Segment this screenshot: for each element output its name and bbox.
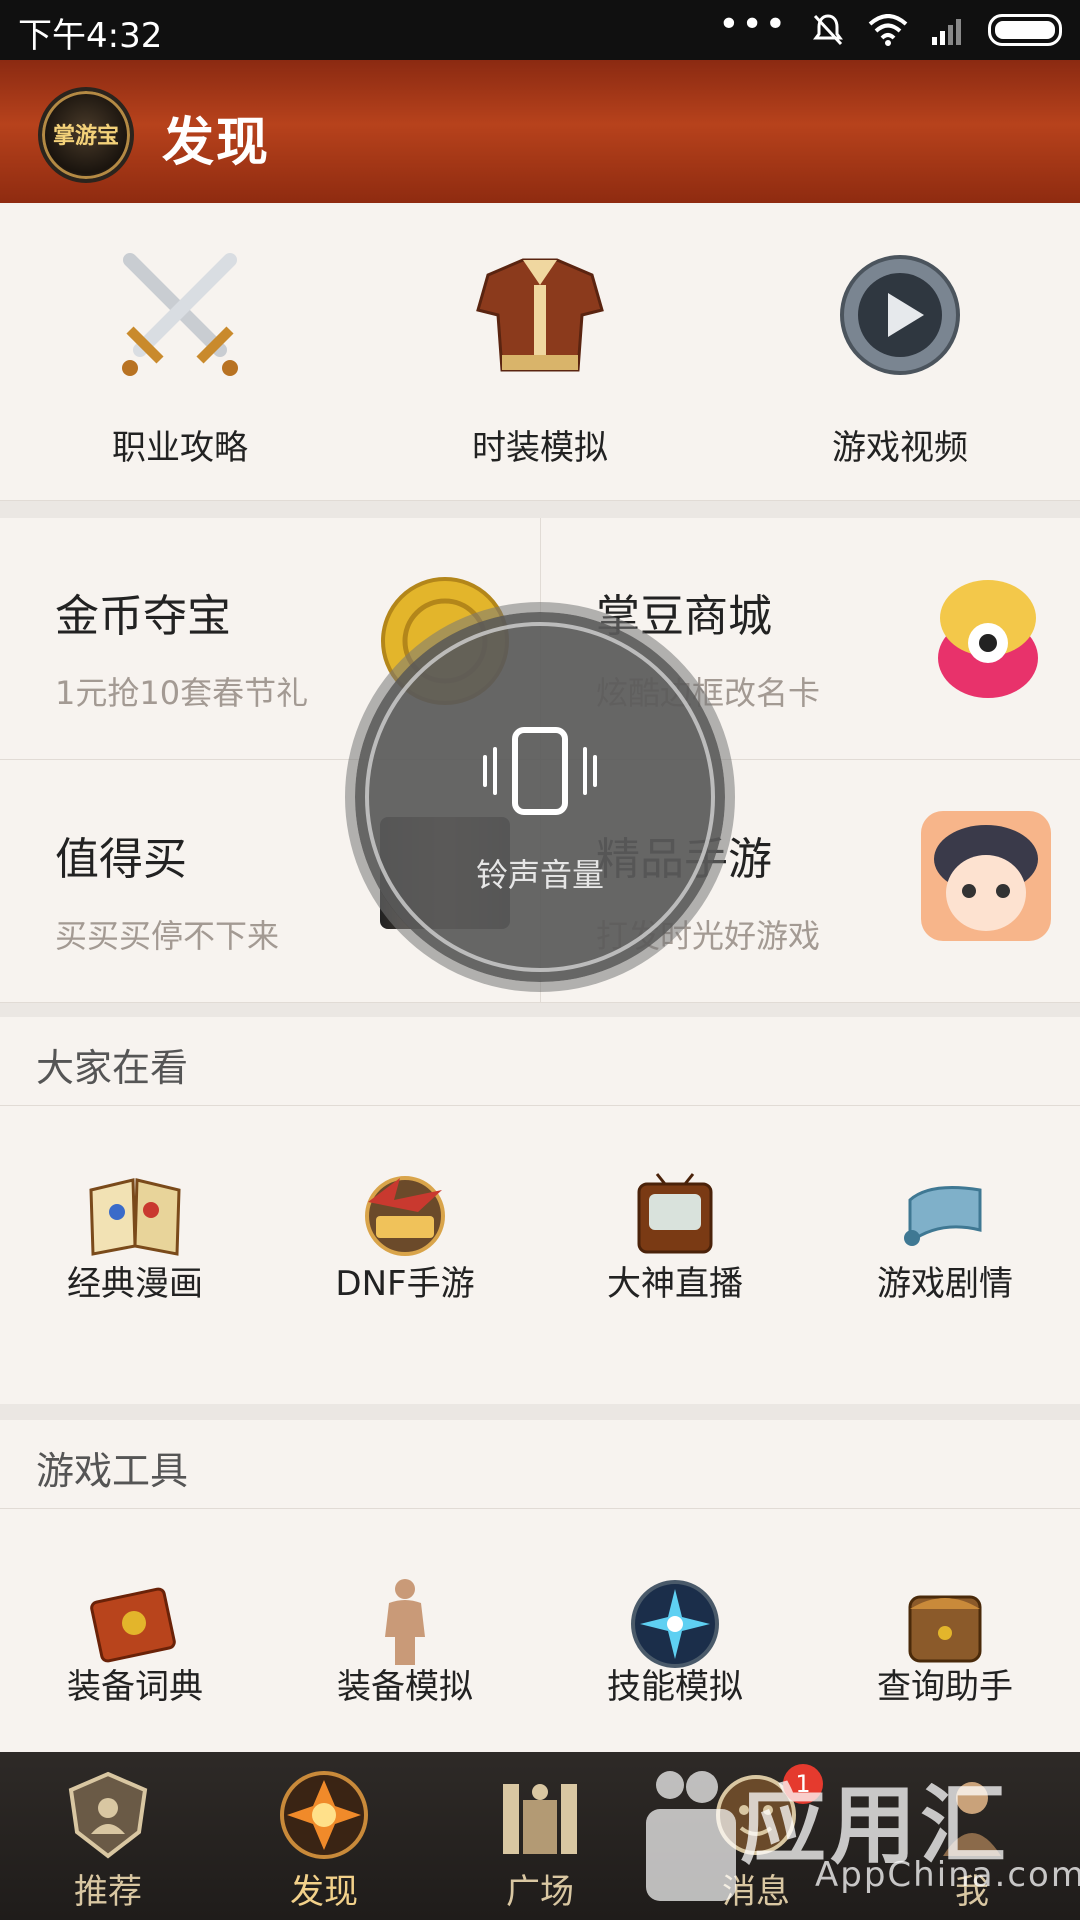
nav-recommend[interactable]: 推荐: [0, 1752, 216, 1920]
comic-book-icon: [89, 1178, 181, 1256]
app-logo[interactable]: 掌游宝: [38, 87, 134, 183]
vibrate-phone-icon: [512, 727, 568, 815]
tile-label: 游戏视频: [832, 428, 968, 468]
vibrate-wave-left-icon: [493, 747, 497, 795]
square-gate-icon: [503, 1784, 577, 1854]
item-label: 游戏剧情: [877, 1264, 1013, 1304]
item-game-story[interactable]: 游戏剧情: [810, 1106, 1080, 1406]
card-subtitle: 买买买停不下来: [55, 917, 280, 955]
nav-label: 推荐: [74, 1872, 142, 1912]
skill-icon: [631, 1580, 719, 1668]
item-label: 经典漫画: [67, 1264, 203, 1304]
bell-muted-icon: [813, 14, 843, 46]
video-play-icon: [840, 255, 960, 375]
scroll-icon: [904, 1186, 982, 1246]
item-label: DNF手游: [335, 1264, 475, 1304]
nav-label: 广场: [506, 1872, 574, 1912]
anime-girl-icon: [921, 811, 1051, 941]
item-label: 装备词典: [67, 1667, 203, 1707]
tools-grid: 装备词典 装备模拟 技能模拟 查询助手: [0, 1509, 1080, 1752]
item-classic-comics[interactable]: 经典漫画: [0, 1106, 270, 1406]
nav-label: 消息: [722, 1872, 790, 1912]
discover-flame-icon: [280, 1771, 368, 1859]
toast-label: 铃声音量: [475, 856, 604, 894]
vibrate-wave-right-icon: [583, 747, 587, 795]
nav-me[interactable]: 我: [864, 1752, 1080, 1920]
card-title: 值得买: [55, 834, 187, 885]
nav-square[interactable]: 广场: [432, 1752, 648, 1920]
costume-armor-icon: [476, 258, 604, 372]
message-count-badge: 1: [783, 1764, 823, 1804]
item-label: 大神直播: [607, 1264, 743, 1304]
nav-messages[interactable]: 1 消息: [648, 1752, 864, 1920]
section-title: 游戏工具: [36, 1449, 189, 1493]
vibrate-wave-left-outer-icon: [483, 755, 487, 787]
bottom-nav: 推荐 发现 广场 1 消息 我: [0, 1752, 1080, 1920]
signal-icon: [932, 19, 961, 45]
item-label: 技能模拟: [607, 1667, 743, 1707]
item-label: 查询助手: [877, 1667, 1013, 1707]
status-bar: 下午4:32 •••: [0, 0, 1080, 60]
status-icons: •••: [718, 4, 1062, 48]
me-character-icon: [943, 1782, 1001, 1856]
vibrate-wave-right-outer-icon: [593, 755, 597, 787]
nav-label: 我: [955, 1872, 989, 1912]
tile-career-guide[interactable]: 职业攻略: [0, 205, 360, 500]
card-title: 金币夺宝: [55, 591, 231, 642]
item-label: 装备模拟: [337, 1667, 473, 1707]
recommend-shield-icon: [68, 1771, 148, 1859]
section-gap: [0, 1003, 1080, 1017]
watching-grid: 经典漫画 DNF手游 大神直播 游戏剧情: [0, 1106, 1080, 1404]
tile-label: 时装模拟: [472, 428, 608, 468]
card-subtitle: 1元抢10套春节礼: [55, 674, 309, 712]
dictionary-icon: [90, 1587, 176, 1663]
mannequin-icon: [385, 1579, 425, 1665]
item-dnf-mobile[interactable]: DNF手游: [270, 1106, 540, 1406]
section-header-watching: 大家在看: [0, 1017, 1080, 1106]
battery-icon: [988, 14, 1062, 46]
ringtone-volume-toast: 铃声音量: [355, 612, 725, 982]
tv-icon: [637, 1173, 713, 1254]
backpack-icon: [908, 1595, 982, 1663]
nav-label: 发现: [290, 1872, 358, 1912]
page-title: 发现: [162, 113, 271, 173]
item-master-live[interactable]: 大神直播: [540, 1106, 810, 1406]
more-notifications-icon: •••: [718, 3, 788, 45]
crossed-swords-icon: [122, 253, 238, 376]
mascot-dog-icon: [938, 580, 1038, 698]
tile-game-video[interactable]: 游戏视频: [720, 205, 1080, 500]
section-gap: [0, 501, 1080, 518]
logo-text: 掌游宝: [52, 124, 119, 149]
app-header: 掌游宝 发现: [0, 60, 1080, 203]
status-time: 下午4:32: [18, 16, 163, 56]
section-gap: [0, 1404, 1080, 1420]
dnf-mobile-icon: [365, 1176, 445, 1256]
tile-label: 职业攻略: [112, 428, 248, 468]
wifi-icon: [868, 14, 908, 46]
feature-tiles: 职业攻略 时装模拟 游戏视频: [0, 205, 1080, 501]
section-header-tools: 游戏工具: [0, 1420, 1080, 1509]
tile-costume-sim[interactable]: 时装模拟: [360, 205, 720, 500]
section-title: 大家在看: [36, 1046, 189, 1090]
nav-discover[interactable]: 发现: [216, 1752, 432, 1920]
